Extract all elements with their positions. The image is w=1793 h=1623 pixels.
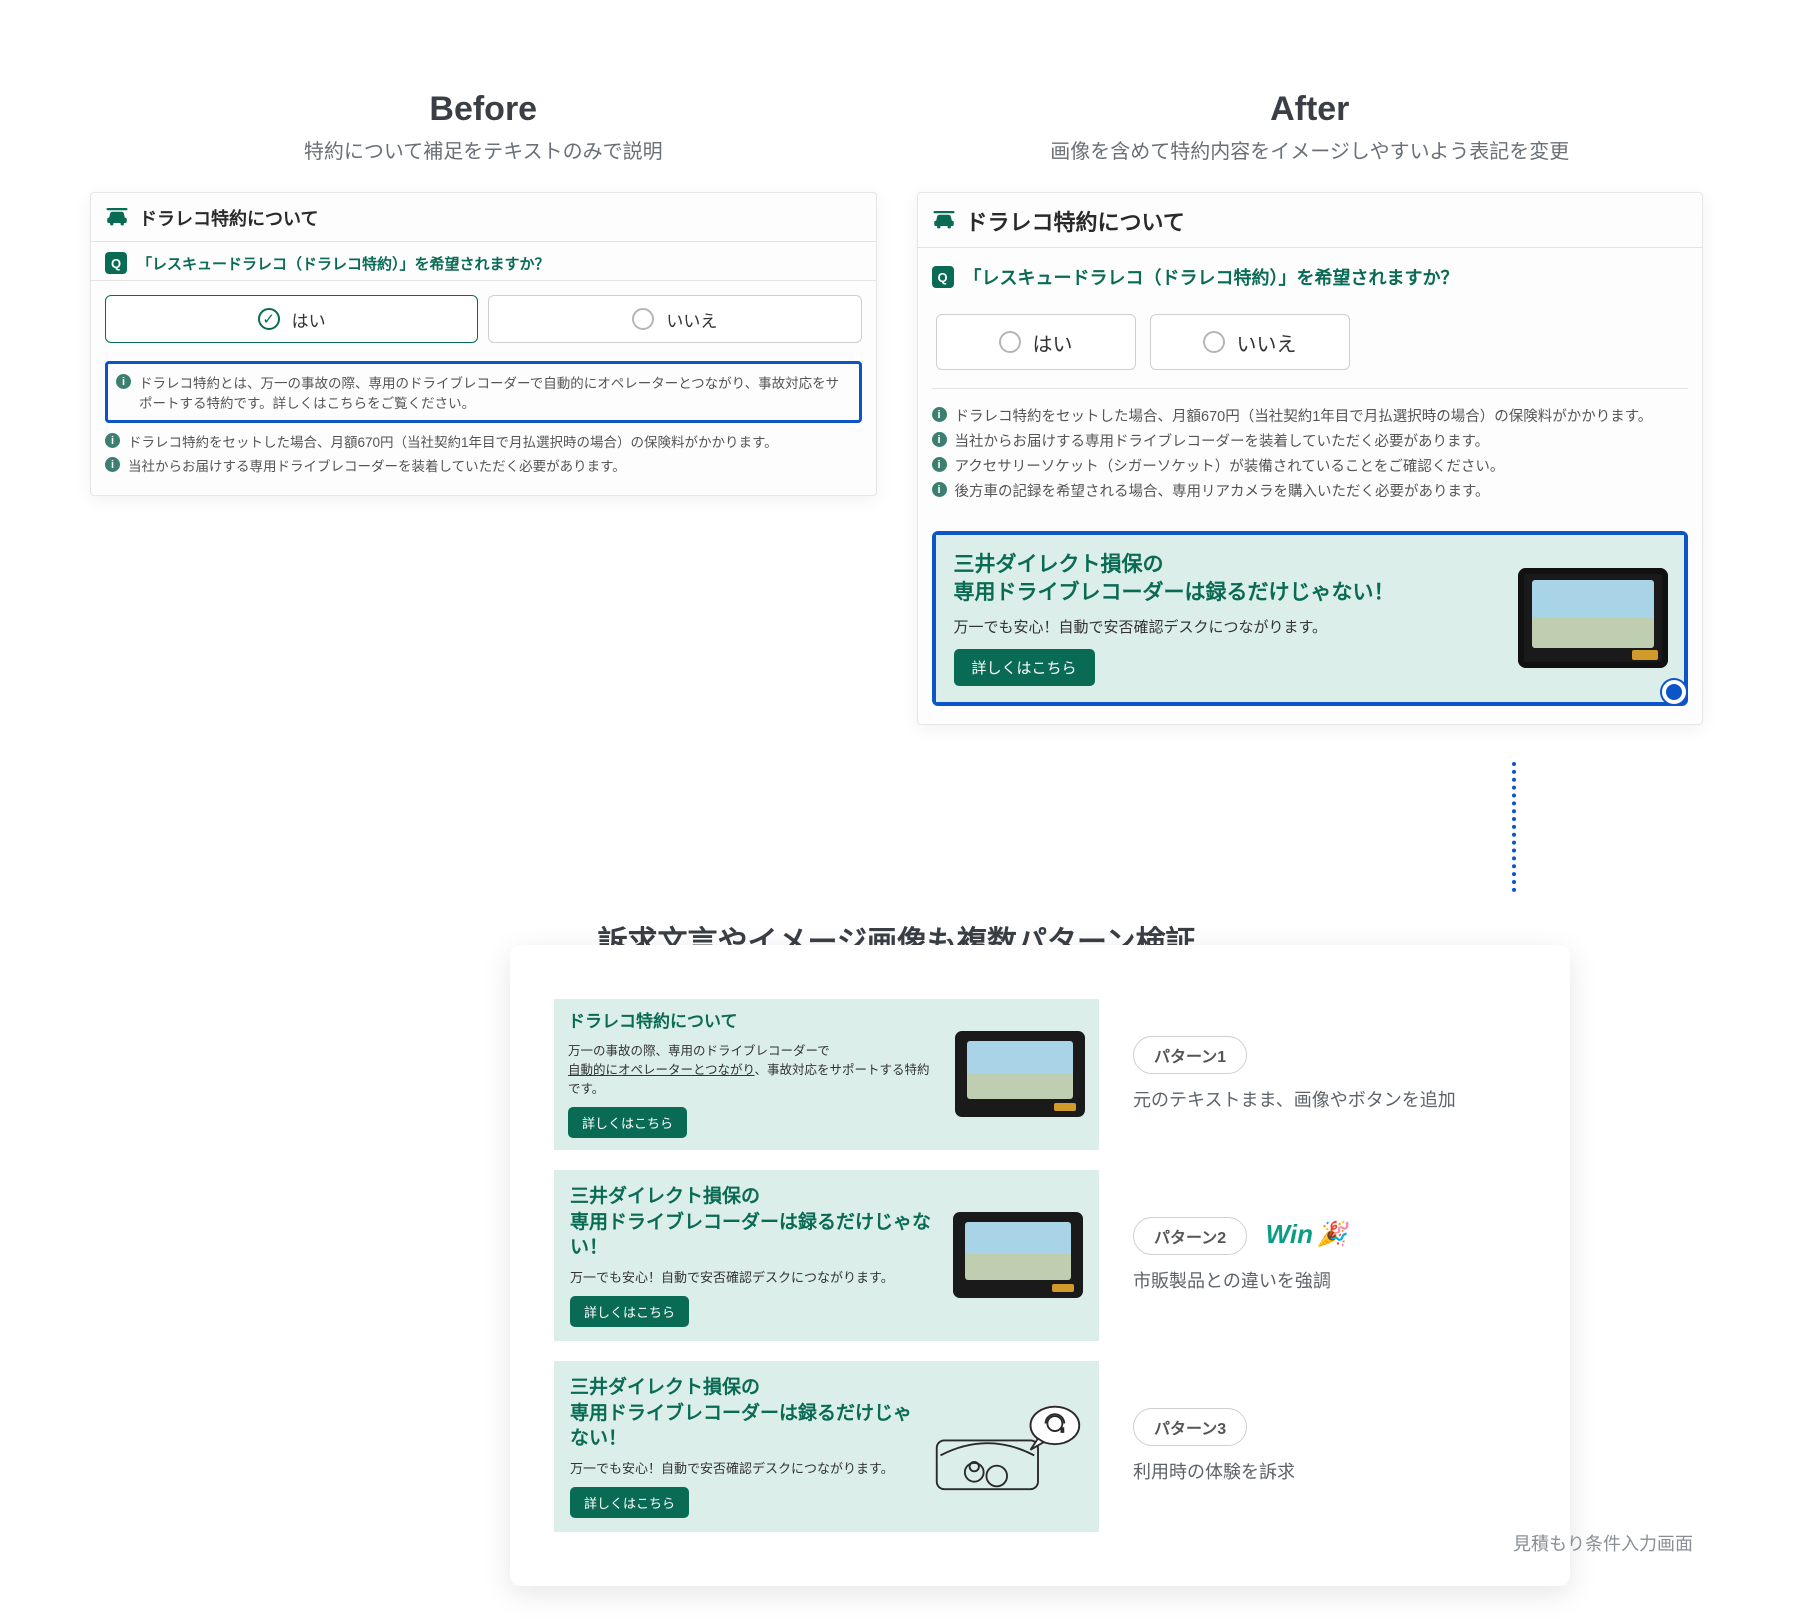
promo-line2: 専用ドライブレコーダーは録るだけじゃない！	[954, 581, 1395, 604]
promo-line1: 三井ダイレクト損保の	[954, 553, 1164, 576]
pattern1-details-button[interactable]: 詳しくはこちら	[568, 1107, 687, 1138]
dotted-connector-line	[1512, 762, 1516, 892]
before-panel: ドラレコ特約について Q 「レスキュードラレコ（ドラレコ特約）」を希望されますか…	[90, 192, 877, 496]
after-note4: 後方車の記録を希望される場合、専用リアカメラを購入いただく必要があります。	[955, 480, 1490, 501]
before-highlight-note: i ドラレコ特約とは、万一の事故の際、専用のドライブレコーダーで自動的にオペレータ…	[105, 361, 862, 423]
after-note1: ドラレコ特約をセットした場合、月額670円（当社契約1年目で月払選択時の場合）の…	[955, 405, 1653, 426]
pattern3-line1: 三井ダイレクト損保の	[570, 1377, 760, 1398]
after-option-no[interactable]: いいえ	[1150, 314, 1350, 370]
after-note2: 当社からお届けする専用ドライブレコーダーを装着していただく必要があります。	[955, 430, 1490, 451]
pattern2-pill: パターン2	[1133, 1217, 1247, 1255]
before-column: Before 特約について補足をテキストのみで説明 ドラレコ特約について Q 「…	[90, 90, 877, 725]
after-question: 「レスキュードラレコ（ドラレコ特約）」を希望されますか？	[964, 264, 1459, 290]
dashcam-image	[1518, 568, 1668, 668]
pattern2-details-button[interactable]: 詳しくはこちら	[570, 1296, 689, 1327]
pattern2-line1: 三井ダイレクト損保の	[570, 1186, 760, 1207]
info-icon: i	[932, 482, 947, 497]
after-panel: ドラレコ特約について Q 「レスキュードラレコ（ドラレコ特約）」を希望されますか…	[917, 192, 1704, 725]
dashcam-image	[955, 1031, 1085, 1117]
pattern-row: ドラレコ特約について 万一の事故の際、専用のドライブレコーダーで 自動的にオペレ…	[554, 999, 1526, 1150]
after-no-label: いいえ	[1237, 328, 1297, 357]
after-column: After 画像を含めて特約内容をイメージしやすいよう表記を変更 ドラレコ特約に…	[917, 90, 1704, 725]
connector-anchor-dot	[1662, 680, 1686, 704]
check-icon: ✓	[262, 312, 275, 327]
before-note3-text: 当社からお届けする専用ドライブレコーダーを装着していただく必要があります。	[128, 455, 626, 475]
q-badge: Q	[105, 252, 127, 274]
win-text: Win	[1266, 1219, 1313, 1250]
info-icon: i	[932, 432, 947, 447]
before-option-no[interactable]: いいえ	[488, 295, 861, 343]
operator-illustration	[933, 1398, 1083, 1494]
promo-details-button[interactable]: 詳しくはこちら	[954, 649, 1095, 686]
pattern1-text: 万一の事故の際、専用のドライブレコーダーで 自動的にオペレーターとつながり、事故…	[568, 1040, 941, 1097]
patterns-panel: ドラレコ特約について 万一の事故の際、専用のドライブレコーダーで 自動的にオペレ…	[510, 945, 1570, 1586]
pattern-row: 三井ダイレクト損保の 専用ドライブレコーダーは録るだけじゃない！ 万一でも安心！…	[554, 1170, 1526, 1341]
win-badge: Win 🎉	[1266, 1219, 1347, 1250]
after-promo-highlight: 三井ダイレクト損保の 専用ドライブレコーダーは録るだけじゃない！ 万一でも安心！…	[932, 531, 1689, 706]
pattern2-banner: 三井ダイレクト損保の 専用ドライブレコーダーは録るだけじゃない！ 万一でも安心！…	[554, 1170, 1099, 1341]
pattern1-banner: ドラレコ特約について 万一の事故の際、専用のドライブレコーダーで 自動的にオペレ…	[554, 999, 1099, 1150]
info-icon: i	[105, 433, 120, 448]
pattern-row: 三井ダイレクト損保の 専用ドライブレコーダーは録るだけじゃない！ 万一でも安心！…	[554, 1361, 1526, 1532]
before-note1-text: ドラレコ特約とは、万一の事故の際、専用のドライブレコーダーで自動的にオペレーター…	[139, 372, 851, 412]
pattern3-sub: 万一でも安心！自動で安否確認デスクにつながります。	[570, 1458, 919, 1477]
info-icon: i	[932, 407, 947, 422]
after-title: After	[917, 90, 1704, 129]
before-title: Before	[90, 90, 877, 129]
pattern1-title: ドラレコ特約について	[568, 1011, 941, 1034]
promo-sub: 万一でも安心！自動で安否確認デスクにつながります。	[954, 616, 1509, 637]
pattern3-desc: 利用時の体験を訴求	[1133, 1458, 1526, 1484]
before-panel-title: ドラレコ特約について	[139, 205, 318, 231]
after-option-yes[interactable]: はい	[936, 314, 1136, 370]
before-subtitle: 特約について補足をテキストのみで説明	[90, 135, 877, 164]
pattern2-line2: 専用ドライブレコーダーは録るだけじゃない！	[570, 1212, 931, 1259]
info-icon: i	[116, 374, 131, 389]
footnote: 見積もり条件入力画面	[1513, 1530, 1693, 1556]
pattern3-pill: パターン3	[1133, 1408, 1247, 1446]
before-option-yes[interactable]: ✓ はい	[105, 295, 478, 343]
pattern3-banner: 三井ダイレクト損保の 専用ドライブレコーダーは録るだけじゃない！ 万一でも安心！…	[554, 1361, 1099, 1532]
q-badge: Q	[932, 266, 954, 288]
car-icon	[105, 208, 129, 228]
pattern2-sub: 万一でも安心！自動で安否確認デスクにつながります。	[570, 1267, 939, 1286]
pattern1-pill: パターン1	[1133, 1036, 1247, 1074]
car-icon	[932, 211, 956, 231]
pattern2-desc: 市販製品との違いを強調	[1133, 1267, 1526, 1293]
after-note3: アクセサリーソケット（シガーソケット）が装備されていることをご確認ください。	[955, 455, 1505, 476]
info-icon: i	[932, 457, 947, 472]
before-question: 「レスキュードラレコ（ドラレコ特約）」を希望されますか？	[137, 253, 550, 274]
pattern3-details-button[interactable]: 詳しくはこちら	[570, 1487, 689, 1518]
after-yes-label: はい	[1033, 328, 1073, 357]
before-note2-text: ドラレコ特約をセットした場合、月額670円（当社契約1年目で月払選択時の場合）の…	[128, 431, 778, 451]
pattern3-line2: 専用ドライブレコーダーは録るだけじゃない！	[570, 1403, 912, 1450]
info-icon: i	[105, 457, 120, 472]
pattern1-desc: 元のテキストまま、画像やボタンを追加	[1133, 1086, 1526, 1112]
before-no-label: いいえ	[666, 307, 717, 332]
dashcam-image	[953, 1212, 1083, 1298]
party-popper-icon: 🎉	[1317, 1220, 1347, 1249]
before-yes-label: はい	[292, 307, 326, 332]
after-panel-title: ドラレコ特約について	[966, 205, 1185, 237]
after-subtitle: 画像を含めて特約内容をイメージしやすいよう表記を変更	[917, 135, 1704, 164]
